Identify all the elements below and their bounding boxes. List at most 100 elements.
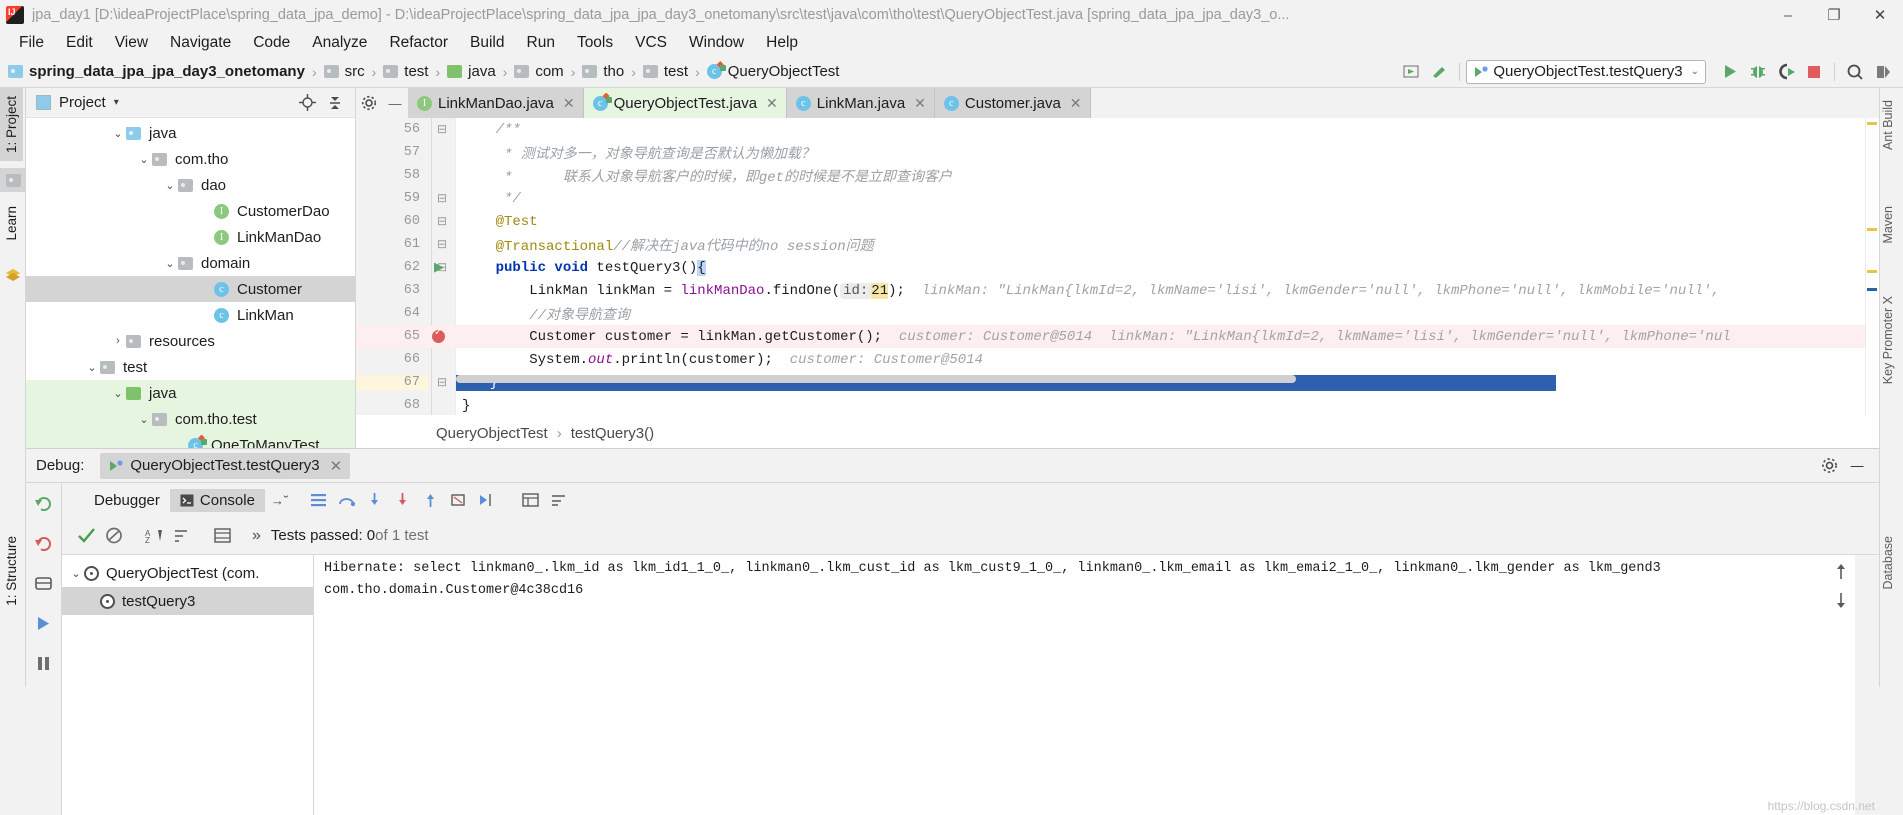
chevron-down-icon[interactable]: ⌄ bbox=[136, 153, 152, 166]
resume-icon[interactable] bbox=[26, 603, 61, 643]
tree-item-java-main[interactable]: ⌄ java bbox=[26, 120, 355, 146]
editor-marker-rail[interactable] bbox=[1865, 118, 1879, 415]
chevron-down-icon[interactable]: ⌄ bbox=[68, 567, 84, 580]
menu-window[interactable]: Window bbox=[678, 32, 755, 54]
close-icon[interactable]: ✕ bbox=[766, 95, 778, 112]
sidebar-tab-structure[interactable]: 1: Structure bbox=[0, 528, 23, 614]
breadcrumb-item-src[interactable]: src bbox=[323, 63, 365, 80]
tree-item-com-tho[interactable]: ⌄ com.tho bbox=[26, 146, 355, 172]
sort-duration-icon[interactable] bbox=[168, 523, 196, 549]
tab-debugger[interactable]: Debugger bbox=[84, 489, 170, 512]
code-editor[interactable]: 56 ⊟ /** 57 * 测试对多一，对象导航查询是否默认为懒加载？ 58 *… bbox=[356, 118, 1879, 415]
menu-edit[interactable]: Edit bbox=[55, 32, 104, 54]
sidebar-tab-ant-build[interactable]: Ant Build bbox=[1877, 92, 1899, 158]
breadcrumb-class[interactable]: QueryObjectTest bbox=[436, 425, 548, 442]
menu-view[interactable]: View bbox=[104, 32, 159, 54]
export-icon[interactable] bbox=[208, 523, 236, 549]
close-button[interactable]: ✕ bbox=[1857, 0, 1903, 30]
tree-item-resources[interactable]: › resources bbox=[26, 328, 355, 354]
editor-horizontal-scrollbar[interactable] bbox=[456, 375, 1296, 383]
rail-selection-mark[interactable] bbox=[1867, 288, 1877, 291]
breadcrumb-method[interactable]: testQuery3() bbox=[571, 425, 654, 442]
sidebar-tab-database[interactable]: Database bbox=[1877, 528, 1899, 598]
tree-item-customerdao[interactable]: I CustomerDao bbox=[26, 198, 355, 224]
preview-icon[interactable] bbox=[1397, 59, 1425, 85]
step-out-icon[interactable] bbox=[416, 487, 444, 513]
chevron-down-icon[interactable]: ⌄ bbox=[110, 127, 126, 140]
force-step-into-icon[interactable] bbox=[388, 487, 416, 513]
more-toolbar-icon[interactable] bbox=[1869, 59, 1897, 85]
breadcrumb-item-test-pkg[interactable]: test bbox=[642, 63, 688, 80]
stop-icon[interactable] bbox=[1800, 59, 1828, 85]
breadcrumb-item-tho[interactable]: tho bbox=[582, 63, 624, 80]
check-icon[interactable] bbox=[72, 523, 100, 549]
chevron-right-icon[interactable]: › bbox=[110, 335, 126, 347]
sidebar-tab-maven[interactable]: Maven bbox=[1877, 198, 1899, 252]
fold-icon[interactable]: ⊟ bbox=[428, 191, 456, 206]
tree-item-test-folder[interactable]: ⌄ test bbox=[26, 354, 355, 380]
maximize-button[interactable]: ❐ bbox=[1811, 0, 1857, 30]
rail-warning-mark[interactable] bbox=[1867, 122, 1877, 125]
tree-item-java-test[interactable]: ⌄ java bbox=[26, 380, 355, 406]
chevron-down-icon[interactable]: ⌄ bbox=[162, 257, 178, 270]
rail-warning-mark[interactable] bbox=[1867, 270, 1877, 273]
breadcrumb-item-module[interactable]: spring_data_jpa_jpa_day3_onetomany bbox=[8, 63, 305, 80]
run-icon[interactable] bbox=[1716, 59, 1744, 85]
tree-item-customer[interactable]: c Customer bbox=[26, 276, 355, 302]
breakpoint-icon[interactable] bbox=[432, 327, 445, 343]
project-tree[interactable]: ⌄ java ⌄ com.tho ⌄ dao I CustomerDao I L… bbox=[26, 118, 355, 458]
fold-icon[interactable]: ⊟ bbox=[428, 375, 456, 390]
pause-icon[interactable] bbox=[26, 643, 61, 683]
search-everywhere-icon[interactable] bbox=[1841, 59, 1869, 85]
menu-navigate[interactable]: Navigate bbox=[159, 32, 242, 54]
menu-code[interactable]: Code bbox=[242, 32, 301, 54]
menu-vcs[interactable]: VCS bbox=[624, 32, 678, 54]
editor-tab-linkman[interactable]: c LinkMan.java ✕ bbox=[786, 88, 935, 118]
scroll-up-icon[interactable] bbox=[1833, 563, 1849, 581]
run-configuration-selector[interactable]: QueryObjectTest.testQuery3 ⌄ bbox=[1466, 59, 1706, 84]
sort-alpha-icon[interactable]: AZ bbox=[140, 523, 168, 549]
editor-tab-queryobjecttest[interactable]: c QueryObjectTest.java ✕ bbox=[583, 88, 787, 118]
chevron-down-icon[interactable]: ⌄ bbox=[84, 361, 100, 374]
sidebar-tab-key-promoter[interactable]: Key Promoter X bbox=[1877, 288, 1899, 392]
rerun-failed-icon[interactable] bbox=[26, 523, 61, 563]
chevron-down-icon[interactable]: ⌄ bbox=[110, 387, 126, 400]
run-to-cursor-icon[interactable] bbox=[472, 487, 500, 513]
hide-editor-icon[interactable]: — bbox=[382, 88, 408, 118]
close-icon[interactable]: ✕ bbox=[914, 95, 926, 112]
scroll-down-icon[interactable] bbox=[1833, 591, 1849, 609]
step-over-icon[interactable] bbox=[332, 487, 360, 513]
hide-icon[interactable]: — bbox=[1843, 453, 1871, 479]
drop-frame-icon[interactable] bbox=[444, 487, 472, 513]
breadcrumb-item-class[interactable]: c QueryObjectTest bbox=[706, 63, 839, 80]
show-lines-icon[interactable] bbox=[304, 487, 332, 513]
test-results-tree[interactable]: ⌄ QueryObjectTest (com. testQuery3 bbox=[62, 555, 314, 815]
chevron-down-icon[interactable]: ⌄ bbox=[136, 413, 152, 426]
editor-tab-linkmandao[interactable]: I LinkManDao.java ✕ bbox=[408, 88, 584, 118]
close-icon[interactable]: ✕ bbox=[563, 95, 575, 112]
expand-chevrons-icon[interactable]: » bbox=[252, 527, 261, 545]
filter-icon[interactable] bbox=[100, 523, 128, 549]
step-into-icon[interactable] bbox=[360, 487, 388, 513]
gear-icon[interactable] bbox=[1815, 453, 1843, 479]
menu-build[interactable]: Build bbox=[459, 32, 515, 54]
console-output[interactable]: Hibernate: select linkman0_.lkm_id as lk… bbox=[314, 555, 1855, 815]
chevron-down-icon[interactable]: ▾ bbox=[114, 97, 119, 108]
sidebar-tab-learn[interactable]: Learn bbox=[0, 198, 23, 249]
menu-refactor[interactable]: Refactor bbox=[378, 32, 459, 54]
run-line-marker-icon[interactable]: ▶ bbox=[434, 260, 444, 275]
tab-console[interactable]: Console bbox=[169, 488, 265, 512]
toggle-icon[interactable] bbox=[26, 563, 61, 603]
breadcrumb-item-com[interactable]: com bbox=[514, 63, 564, 80]
breadcrumb-item-test[interactable]: test bbox=[383, 63, 428, 80]
menu-help[interactable]: Help bbox=[755, 32, 809, 54]
chevron-down-icon[interactable]: ⌄ bbox=[162, 179, 178, 192]
debug-session-tab[interactable]: QueryObjectTest.testQuery3 ✕ bbox=[100, 452, 351, 479]
menu-analyze[interactable]: Analyze bbox=[301, 32, 378, 54]
fold-icon[interactable]: ⊟ bbox=[428, 214, 456, 229]
close-icon[interactable]: ✕ bbox=[330, 457, 343, 475]
locate-icon[interactable] bbox=[293, 90, 321, 116]
evaluate-expression-icon[interactable] bbox=[516, 487, 544, 513]
debug-icon[interactable] bbox=[1744, 59, 1772, 85]
minimize-button[interactable]: – bbox=[1765, 0, 1811, 30]
